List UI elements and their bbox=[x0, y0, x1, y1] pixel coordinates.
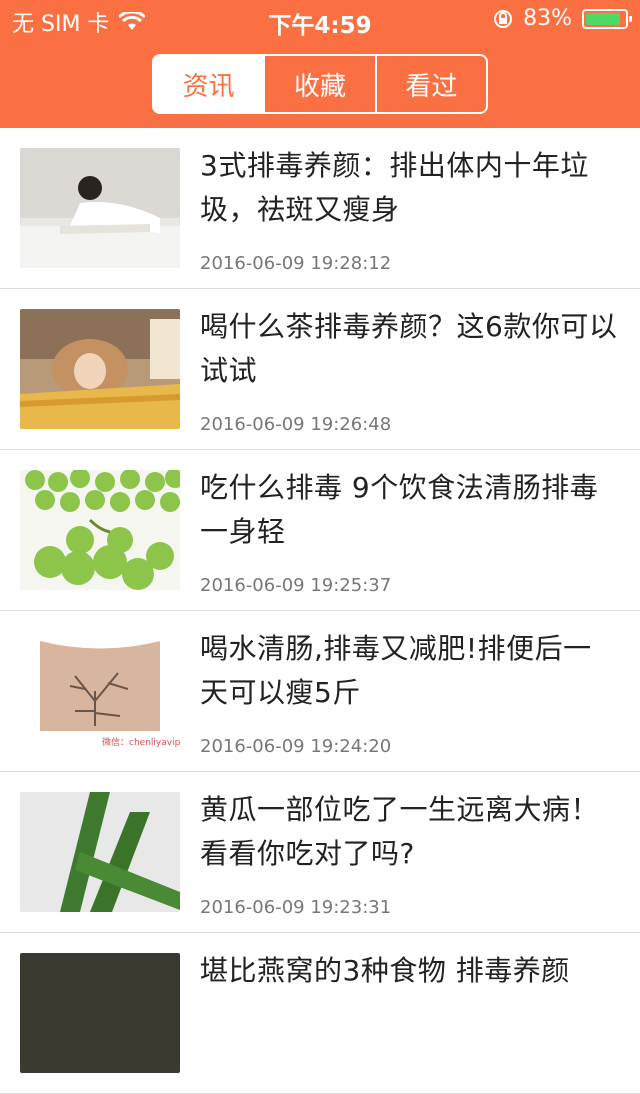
rotation-lock-icon bbox=[494, 9, 513, 28]
thumbnail-image: 微信：chenliyavip bbox=[20, 631, 180, 751]
watermark: 微信：chenliyavip bbox=[102, 736, 180, 748]
thumbnail-image bbox=[20, 470, 180, 590]
article-title: 吃什么排毒 9个饮食法清肠排毒一身轻 bbox=[200, 471, 599, 548]
list-item[interactable]: 吃什么排毒 9个饮食法清肠排毒一身轻 2016-06-09 19:25:37 bbox=[0, 450, 640, 611]
tab-history[interactable]: 看过 bbox=[377, 56, 486, 112]
list-item[interactable]: 黄瓜一部位吃了一生远离大病！看看你吃对了吗? 2016-06-09 19:23:… bbox=[0, 772, 640, 933]
tab-news[interactable]: 资讯 bbox=[154, 56, 266, 112]
header: 无 SIM 卡 下午4:59 83% 资讯 收藏 看过 bbox=[0, 0, 640, 128]
thumbnail-image bbox=[20, 953, 180, 1073]
thumbnail-image bbox=[20, 792, 180, 912]
thumbnail-image bbox=[20, 309, 180, 429]
article-time: 2016-06-09 19:23:31 bbox=[200, 897, 392, 918]
segmented-control: 资讯 收藏 看过 bbox=[152, 54, 488, 114]
article-title: 喝什么茶排毒养颜？这6款你可以试试 bbox=[200, 310, 618, 387]
list-item[interactable]: 喝什么茶排毒养颜？这6款你可以试试 2016-06-09 19:26:48 bbox=[0, 289, 640, 450]
article-time: 2016-06-09 19:24:20 bbox=[200, 736, 392, 757]
article-title: 堪比燕窝的3种食物 排毒养颜 bbox=[200, 954, 570, 987]
article-title: 黄瓜一部位吃了一生远离大病！看看你吃对了吗? bbox=[200, 793, 600, 870]
article-list: 3式排毒养颜：排出体内十年垃圾，祛斑又瘦身 2016-06-09 19:28:1… bbox=[0, 128, 640, 1094]
article-title: 喝水清肠,排毒又减肥!排便后一天可以瘦5斤 bbox=[200, 632, 592, 709]
article-title: 3式排毒养颜：排出体内十年垃圾，祛斑又瘦身 bbox=[200, 149, 589, 226]
article-time: 2016-06-09 19:28:12 bbox=[200, 253, 392, 274]
article-time: 2016-06-09 19:26:48 bbox=[200, 414, 392, 435]
tab-favorites[interactable]: 收藏 bbox=[265, 56, 377, 112]
list-item[interactable]: 微信：chenliyavip 喝水清肠,排毒又减肥!排便后一天可以瘦5斤 201… bbox=[0, 611, 640, 772]
battery-icon bbox=[582, 8, 632, 29]
list-item[interactable]: 3式排毒养颜：排出体内十年垃圾，祛斑又瘦身 2016-06-09 19:28:1… bbox=[0, 128, 640, 289]
status-bar: 无 SIM 卡 下午4:59 83% bbox=[0, 0, 640, 40]
list-item[interactable]: 堪比燕窝的3种食物 排毒养颜 bbox=[0, 933, 640, 1094]
thumbnail-image bbox=[20, 148, 180, 268]
battery-percent: 83% bbox=[523, 6, 572, 31]
article-time: 2016-06-09 19:25:37 bbox=[200, 575, 392, 596]
